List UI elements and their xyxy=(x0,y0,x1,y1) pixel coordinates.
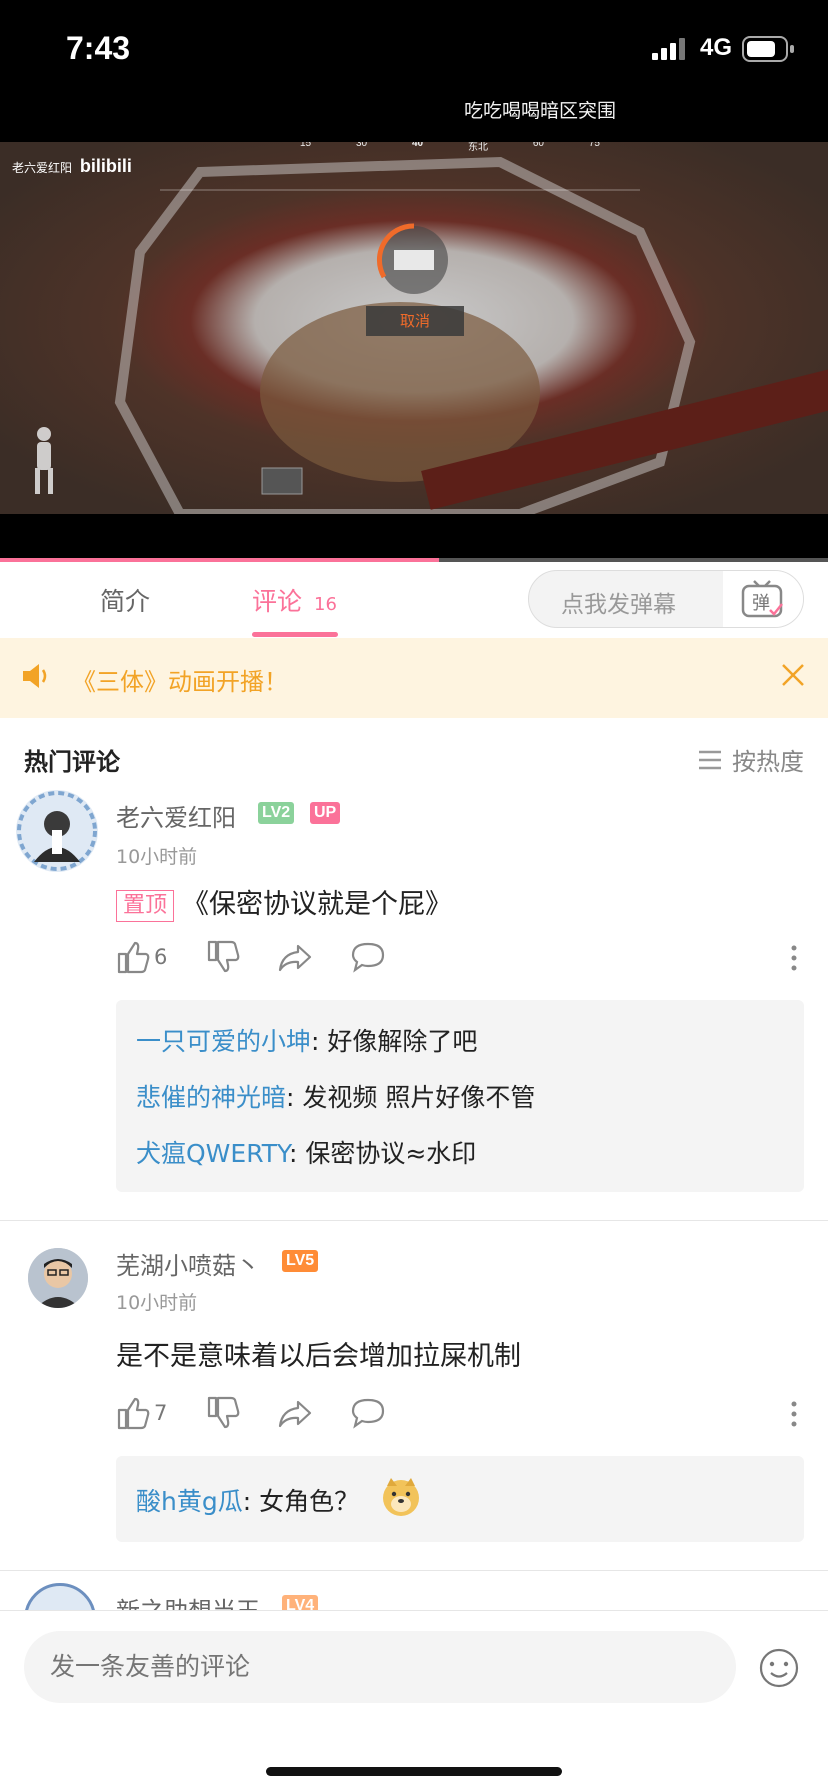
hot-comments-title: 热门评论 xyxy=(24,748,120,776)
doge-emoji-icon xyxy=(383,1478,419,1516)
pinned-badge: 置顶 xyxy=(116,889,175,922)
comment-text: 置顶 《保密协议就是个屁》 xyxy=(116,882,452,922)
comment-count: 16 xyxy=(314,594,337,615)
signal-icon xyxy=(652,38,685,60)
tab-bar: 简介 评论 16 点我发弹幕 弹 xyxy=(0,562,828,638)
tab-comments-label: 评论 xyxy=(252,587,303,616)
comment-username[interactable]: 芜湖小喷菇丶 xyxy=(116,1246,260,1281)
share-icon xyxy=(278,944,312,972)
more-options-icon[interactable] xyxy=(790,1400,798,1428)
thumbs-down-icon xyxy=(207,940,240,973)
reply-text: : 女角色？ xyxy=(242,1487,360,1516)
dislike-button[interactable] xyxy=(206,940,240,974)
reply-preview-box[interactable]: 酸h黄g瓜: 女角色？ xyxy=(116,1456,804,1542)
like-button[interactable]: 7 xyxy=(116,1396,167,1430)
compass-tick: 15 xyxy=(300,142,312,149)
level-badge: LV2 xyxy=(258,802,295,824)
tab-comments[interactable]: 评论 16 xyxy=(252,582,337,618)
thumbs-up-icon xyxy=(117,941,150,974)
dislike-button[interactable] xyxy=(206,1396,240,1430)
battery-icon xyxy=(742,36,794,62)
menu-icon xyxy=(699,750,721,769)
comment-time: 10小时前 xyxy=(116,846,198,868)
announcement-banner[interactable]: 《三体》动画开播！ xyxy=(0,638,828,718)
comment-partial: 新之助想当王 LV4 xyxy=(0,1571,828,1610)
like-button[interactable]: 6 xyxy=(116,940,167,974)
up-badge: UP xyxy=(310,802,341,824)
reply-button[interactable] xyxy=(350,1396,386,1430)
share-icon xyxy=(278,1400,312,1428)
video-player[interactable]: 15 30 40 东北 60 75 老六爱红阳 bilibili 取消 xyxy=(0,142,828,562)
announcement-text: 《三体》动画开播！ xyxy=(72,668,288,696)
compass-tick: 75 xyxy=(588,142,600,149)
reply-item: 悲催的神光暗: 发视频 照片好像不管 xyxy=(136,1078,535,1114)
status-bar: 7:43 4G xyxy=(0,0,828,142)
tab-intro[interactable]: 简介 xyxy=(100,582,150,618)
reply-preview-box[interactable]: 一只可爱的小坤: 好像解除了吧 悲催的神光暗: 发视频 照片好像不管 犬瘟QWE… xyxy=(116,1000,804,1192)
comment-time: 10小时前 xyxy=(116,1292,198,1314)
comment-actions: 7 xyxy=(116,1396,806,1436)
comment-divider xyxy=(0,1220,828,1221)
reply-text: : 保密协议≈水印 xyxy=(288,1139,477,1168)
avatar[interactable] xyxy=(28,1248,88,1308)
reply-item: 犬瘟QWERTY: 保密协议≈水印 xyxy=(136,1134,476,1170)
reply-username[interactable]: 犬瘟QWERTY xyxy=(136,1139,289,1168)
more-options-icon[interactable] xyxy=(790,944,798,972)
comment-body: 是不是意味着以后会增加拉屎机制 xyxy=(116,1341,521,1372)
compass-tick: 40 xyxy=(412,142,424,149)
sort-button[interactable]: 按热度 xyxy=(698,742,804,777)
level-badge: LV5 xyxy=(282,1250,319,1272)
video-frame xyxy=(0,142,828,562)
close-icon[interactable] xyxy=(780,662,806,688)
compass-tick: 30 xyxy=(356,142,368,149)
compass-strip: 15 30 40 东北 60 75 xyxy=(300,142,600,158)
danmu-placeholder: 点我发弹幕 xyxy=(561,592,676,618)
danmu-icon-char: 弹 xyxy=(752,593,770,614)
reply-item: 一只可爱的小坤: 好像解除了吧 xyxy=(136,1022,477,1058)
comment-body: 《保密协议就是个屁》 xyxy=(182,889,453,920)
reply-text: : 发视频 照片好像不管 xyxy=(286,1083,536,1112)
compass-tick: 东北 xyxy=(468,142,488,153)
reply-username[interactable]: 悲催的神光暗 xyxy=(136,1083,286,1112)
danmu-toggle-button[interactable]: 弹 xyxy=(723,571,803,627)
reply-button[interactable] xyxy=(350,940,386,974)
comment-username[interactable]: 新之助想当王 xyxy=(116,1591,260,1610)
share-button[interactable] xyxy=(278,1396,314,1430)
comment-input-bar xyxy=(0,1610,828,1792)
reply-username[interactable]: 酸h黄g瓜 xyxy=(136,1487,243,1516)
watermark-user: 老六爱红阳 xyxy=(12,161,73,175)
thumbs-down-icon xyxy=(207,1396,240,1429)
tab-active-indicator xyxy=(252,632,338,637)
reply-text: : 好像解除了吧 xyxy=(311,1027,478,1056)
comment-username[interactable]: 老六爱红阳 xyxy=(116,798,236,833)
sort-label: 按热度 xyxy=(732,748,804,776)
comment-bubble-icon xyxy=(351,1398,385,1429)
like-count: 6 xyxy=(154,945,168,969)
network-type: 4G xyxy=(700,34,733,61)
comment-bubble-icon xyxy=(351,942,385,973)
danmu-input[interactable]: 点我发弹幕 弹 xyxy=(528,570,804,628)
comment-actions: 6 xyxy=(116,940,806,980)
video-watermark: 老六爱红阳 bilibili xyxy=(12,156,132,177)
tab-intro-label: 简介 xyxy=(100,587,151,616)
status-time: 7:43 xyxy=(66,30,131,66)
watermark-logo: bilibili xyxy=(79,156,132,176)
game-cancel-button: 取消 xyxy=(399,312,430,330)
avatar[interactable] xyxy=(16,790,98,872)
share-button[interactable] xyxy=(278,940,314,974)
avatar-image xyxy=(28,1248,88,1308)
like-count: 7 xyxy=(154,1401,168,1425)
danmu-tv-icon: 弹 xyxy=(741,580,783,618)
reply-item: 酸h黄g瓜: 女角色？ xyxy=(136,1482,359,1518)
home-indicator xyxy=(266,1767,562,1776)
comment-input[interactable] xyxy=(24,1631,736,1703)
level-badge: LV4 xyxy=(282,1595,319,1610)
reply-username[interactable]: 一只可爱的小坤 xyxy=(136,1027,311,1056)
speaker-icon xyxy=(23,664,47,688)
avatar-image xyxy=(17,791,97,871)
compass-tick: 60 xyxy=(532,142,544,149)
emoji-icon[interactable] xyxy=(758,1647,800,1689)
avatar[interactable] xyxy=(24,1583,96,1610)
thumbs-up-icon xyxy=(117,1397,150,1430)
